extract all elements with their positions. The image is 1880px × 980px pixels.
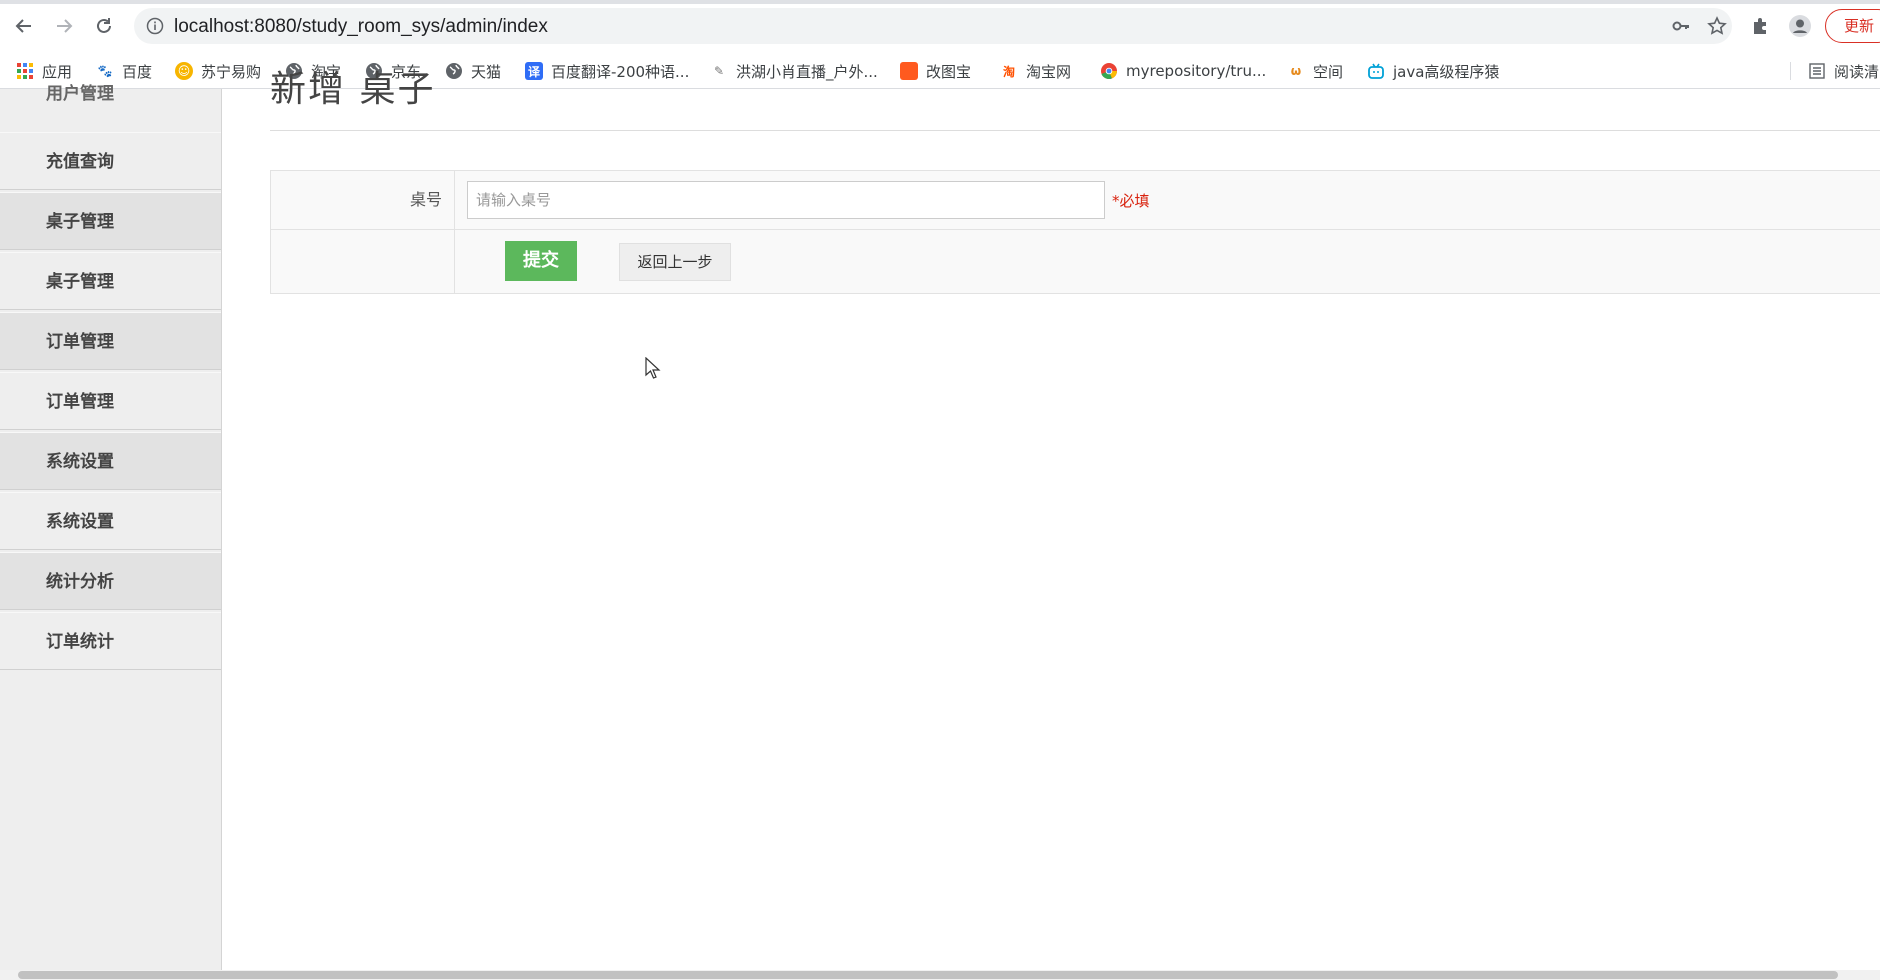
bookmark-label: 百度翻译-200种语... [551,62,690,81]
qzone-icon: ω [1290,64,1302,78]
reading-list-button[interactable]: 阅读清 [1808,60,1879,82]
taobao-icon: 淘 [1002,64,1015,79]
forward-button[interactable] [50,12,78,40]
bookmark-label: 淘宝网 [1026,62,1072,81]
horizontal-scrollbar[interactable] [0,970,1880,980]
reading-list-icon [1808,62,1826,80]
bookmark-label: java高级程序猿 [1393,62,1500,81]
title-divider [270,130,1880,131]
reading-list-label: 阅读清 [1834,62,1880,81]
bookmark-label: 天猫 [471,62,502,81]
page-title: 新增 桌子 [270,69,436,110]
profile-button[interactable] [1786,12,1814,40]
back-button[interactable] [10,12,38,40]
sidebar-item-label: 订单统计 [46,632,114,652]
avatar-icon [1789,15,1811,37]
bookmark-label: 改图宝 [926,62,972,81]
actions-label-cell [271,230,455,293]
bookmark-separator [1790,62,1791,80]
submit-button[interactable]: 提交 [505,241,577,281]
key-icon[interactable] [1668,13,1694,39]
baidu-paw-icon: 🐾 [97,64,113,78]
bookmark-honghu-live[interactable]: ✎ 洪湖小肖直播_户外... [710,60,878,82]
browser-toolbar: localhost:8080/study_room_sys/admin/inde… [0,0,1880,54]
bookmark-label: 洪湖小肖直播_户外... [736,62,878,81]
sidebar: 用户管理 充值查询 桌子管理 桌子管理 订单管理 订单管理 系统设置 系统设置 … [0,84,222,970]
globe-icon [445,62,463,80]
sidebar-item-label: 订单管理 [46,392,114,412]
sidebar-item-label: 桌子管理 [46,272,114,292]
chrome-icon [1100,62,1118,80]
apps-grid-icon [16,62,34,80]
arrow-right-icon [57,19,73,33]
back-to-previous-button[interactable]: 返回上一步 [619,243,731,281]
suning-lion-icon: ☺ [175,62,193,80]
bookmark-java-programmer[interactable]: java高级程序猿 [1367,60,1499,82]
form-row-actions: 提交 返回上一步 [271,230,1880,293]
sidebar-item-label: 充值查询 [46,152,114,172]
bookmark-suning[interactable]: ☺ 苏宁易购 [175,60,261,82]
bookmark-label: 百度 [122,62,153,81]
add-desk-form: 桌号 *必填 提交 返回上一步 [270,170,1880,294]
sidebar-item-label: 系统设置 [46,452,114,472]
feather-icon: ✎ [713,64,725,78]
sidebar-group-order-management[interactable]: 订单管理 [0,312,221,370]
sidebar-group-statistics[interactable]: 统计分析 [0,552,221,610]
bookmark-baidu-translate[interactable]: 译 百度翻译-200种语... [525,60,689,82]
reload-icon [97,18,111,33]
sidebar-group-desk-management[interactable]: 桌子管理 [0,192,221,250]
arrow-left-icon [15,19,31,33]
mouse-cursor-icon [645,357,661,379]
bookmark-label: myrepository/tru... [1126,62,1267,80]
bookmark-tmall[interactable]: 天猫 [445,60,501,82]
scrollbar-thumb[interactable] [18,971,1838,979]
sidebar-group-system-settings[interactable]: 系统设置 [0,432,221,490]
sidebar-item-label: 订单管理 [46,332,114,352]
sidebar-item-label: 系统设置 [46,512,114,532]
bookmark-label: 苏宁易购 [201,62,262,81]
sidebar-item-order-statistics[interactable]: 订单统计 [0,612,221,670]
bookmark-gaitubao[interactable]: 改图宝 [900,60,971,82]
bookmark-qzone[interactable]: ω 空间 [1287,60,1343,82]
desk-number-input[interactable] [467,181,1105,219]
required-note: *必填 [1112,192,1150,210]
puzzle-icon [1754,18,1766,34]
star-icon[interactable] [1704,13,1730,39]
update-button[interactable]: 更新 [1825,9,1880,43]
form-row-desk-number: 桌号 *必填 [271,171,1880,230]
sidebar-item-recharge-query[interactable]: 充值查询 [0,132,221,190]
bookmark-taobao-web[interactable]: 淘 淘宝网 [1000,60,1071,82]
translate-icon: 译 [525,62,543,80]
sidebar-item-order-management[interactable]: 订单管理 [0,372,221,430]
sidebar-item-cut-label: 用户管理 [46,84,114,104]
info-icon[interactable] [146,17,164,35]
bilibili-icon [1367,62,1385,80]
tab-strip-edge [0,0,1880,4]
sidebar-item-system-settings[interactable]: 系统设置 [0,492,221,550]
url-text[interactable]: localhost:8080/study_room_sys/admin/inde… [174,16,548,38]
desk-number-label: 桌号 [271,171,455,229]
sidebar-item-label: 桌子管理 [46,212,114,232]
reload-button[interactable] [90,12,118,40]
sidebar-item-label: 统计分析 [46,572,114,592]
image-tool-icon [900,62,918,80]
sidebar-item-desk-management[interactable]: 桌子管理 [0,252,221,310]
bookmark-myrepository[interactable]: myrepository/tru... [1100,60,1266,82]
extensions-button[interactable] [1746,12,1774,40]
address-bar[interactable]: localhost:8080/study_room_sys/admin/inde… [134,8,1732,44]
bookmark-label: 空间 [1313,62,1344,81]
